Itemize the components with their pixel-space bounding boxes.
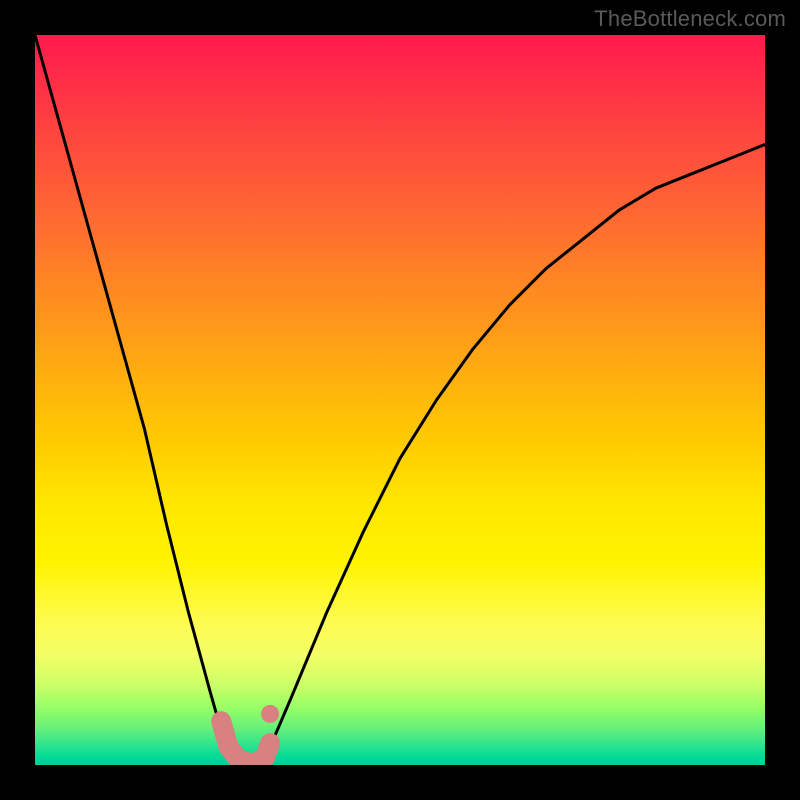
left-dot [212,712,230,730]
plot-area [35,35,765,765]
right-dot [261,705,279,723]
attribution-text: TheBottleneck.com [594,6,786,32]
chart-svg [35,35,765,765]
chart-frame: TheBottleneck.com [0,0,800,800]
bottleneck-curve [35,35,765,765]
